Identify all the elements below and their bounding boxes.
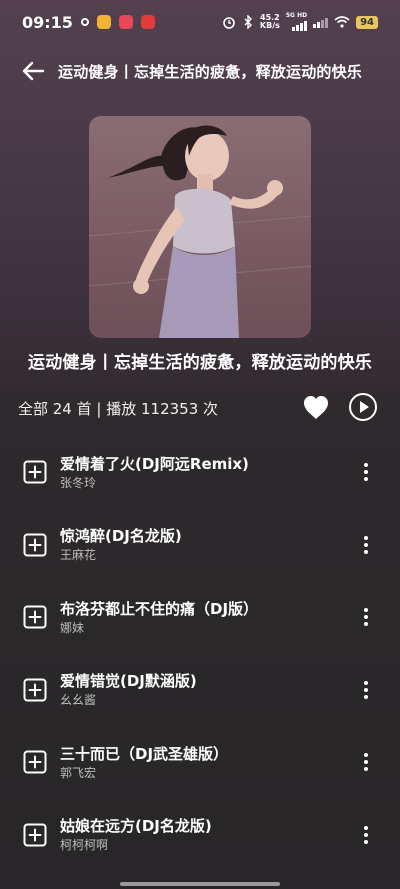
song-title: 爱情错觉(DJ默涵版) (60, 672, 197, 691)
song-info: 三十而已（DJ武圣雄版） 郭飞宏 (60, 744, 228, 781)
song-info: 爱情错觉(DJ默涵版) 幺幺酱 (60, 671, 197, 708)
more-options-icon[interactable] (358, 605, 374, 629)
back-button[interactable] (8, 52, 58, 90)
net-speed: 45.2 KB/s (259, 13, 280, 30)
more-options-icon[interactable] (358, 750, 374, 774)
more-options-icon[interactable] (358, 460, 374, 484)
add-to-queue-icon[interactable] (23, 605, 47, 629)
song-row[interactable]: 爱情错觉(DJ默涵版) 幺幺酱 (0, 654, 400, 727)
add-to-queue-icon[interactable] (23, 750, 47, 774)
song-artist: 郭飞宏 (60, 765, 97, 780)
playlist-stats: 全部 24 首 | 播放 112353 次 (18, 399, 219, 418)
song-row[interactable]: 爱情着了火(DJ阿远Remix) 张冬玲 (0, 436, 400, 509)
app-notification-icon (140, 15, 155, 29)
song-title: 布洛芬都止不住的痛（DJ版） (60, 599, 259, 618)
song-info: 姑娘在远方(DJ名龙版) 柯柯柯啊 (60, 816, 212, 853)
add-to-queue-icon[interactable] (23, 460, 47, 484)
status-bar: 09:15 45.2 KB/s 5G HD 94 (0, 0, 400, 44)
song-title: 爱情着了火(DJ阿远Remix) (60, 454, 249, 473)
signal-2-icon (313, 16, 329, 28)
song-title: 三十而已（DJ武圣雄版） (60, 744, 229, 763)
more-options-icon[interactable] (358, 823, 374, 847)
bluetooth-icon (244, 15, 252, 29)
wifi-icon (334, 16, 350, 28)
record-indicator-icon (80, 18, 89, 26)
more-options-icon[interactable] (358, 678, 374, 702)
song-artist: 张冬玲 (60, 475, 97, 490)
song-artist: 娜妹 (60, 620, 85, 635)
status-time: 09:15 (22, 12, 73, 32)
song-row[interactable]: 惊鸿醉(DJ名龙版) 王麻花 (0, 509, 400, 582)
song-info: 布洛芬都止不住的痛（DJ版） 娜妹 (60, 599, 258, 636)
song-info: 爱情着了火(DJ阿远Remix) 张冬玲 (60, 454, 249, 491)
song-artist: 柯柯柯啊 (60, 838, 109, 853)
song-artist: 王麻花 (60, 548, 97, 563)
alarm-icon (223, 17, 235, 29)
song-list: 爱情着了火(DJ阿远Remix) 张冬玲 惊鸿醉(DJ名龙版) 王麻花 布洛芬都… (0, 436, 400, 871)
page-title: 运动健身丨忘掉生活的疲惫，释放运动的快乐 (58, 62, 363, 81)
battery-indicator: 94 (356, 15, 378, 29)
add-to-queue-icon[interactable] (23, 823, 47, 847)
signal-icon (292, 19, 308, 31)
top-app-bar: 运动健身丨忘掉生活的疲惫，释放运动的快乐 (0, 52, 400, 90)
song-title: 惊鸿醉(DJ名龙版) (60, 527, 182, 546)
app-notification-icon (118, 15, 133, 29)
song-row[interactable]: 姑娘在远方(DJ名龙版) 柯柯柯啊 (0, 799, 400, 872)
song-title: 姑娘在远方(DJ名龙版) (60, 817, 212, 836)
song-artist: 幺幺酱 (60, 693, 97, 708)
more-options-icon[interactable] (358, 533, 374, 557)
song-info: 惊鸿醉(DJ名龙版) 王麻花 (60, 526, 182, 563)
playlist-cover-image (89, 116, 311, 338)
playlist-title: 运动健身丨忘掉生活的疲惫，释放运动的快乐 (28, 353, 372, 373)
song-row[interactable]: 三十而已（DJ武圣雄版） 郭飞宏 (0, 726, 400, 799)
home-indicator[interactable] (120, 882, 280, 886)
song-row[interactable]: 布洛芬都止不住的痛（DJ版） 娜妹 (0, 581, 400, 654)
add-to-queue-icon[interactable] (23, 678, 47, 702)
add-to-queue-icon[interactable] (23, 533, 47, 557)
app-notification-icon (96, 15, 111, 29)
playlist-meta-row: 全部 24 首 | 播放 112353 次 (18, 388, 382, 428)
arrow-left-icon (22, 61, 45, 81)
heart-icon[interactable] (302, 394, 330, 422)
play-circle-icon[interactable] (348, 392, 378, 422)
